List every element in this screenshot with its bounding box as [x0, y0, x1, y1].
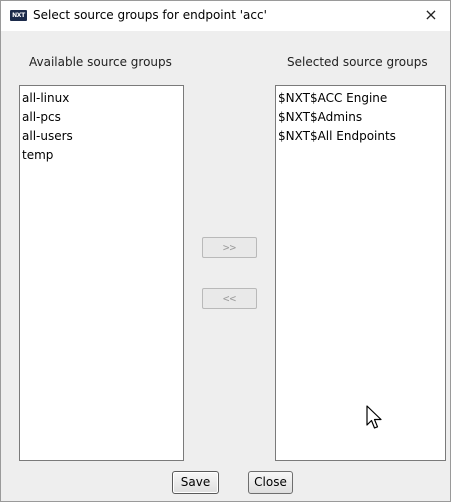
selected-groups-list[interactable]: $NXT$ACC Engine $NXT$Admins $NXT$All End… — [275, 85, 446, 461]
remove-group-button[interactable]: << — [202, 288, 257, 309]
selected-groups-label: Selected source groups — [287, 55, 428, 69]
list-item[interactable]: all-users — [22, 127, 182, 146]
list-item[interactable]: $NXT$ACC Engine — [278, 89, 444, 108]
dialog-window: NXT Select source groups for endpoint 'a… — [0, 0, 451, 502]
available-groups-label: Available source groups — [29, 55, 172, 69]
mouse-pointer-icon — [366, 405, 382, 429]
app-icon: NXT — [10, 10, 27, 21]
available-groups-list[interactable]: all-linux all-pcs all-users temp — [19, 85, 184, 461]
close-button[interactable]: Close — [248, 471, 293, 494]
window-title: Select source groups for endpoint 'acc' — [33, 8, 267, 22]
save-button[interactable]: Save — [172, 471, 219, 494]
list-item[interactable]: all-pcs — [22, 108, 182, 127]
list-item[interactable]: $NXT$All Endpoints — [278, 127, 444, 146]
list-item[interactable]: temp — [22, 146, 182, 165]
list-item[interactable]: $NXT$Admins — [278, 108, 444, 127]
close-window-icon[interactable]: × — [420, 4, 442, 26]
list-item[interactable]: all-linux — [22, 89, 182, 108]
add-group-button[interactable]: >> — [202, 237, 257, 258]
title-bar[interactable]: NXT Select source groups for endpoint 'a… — [1, 1, 450, 31]
